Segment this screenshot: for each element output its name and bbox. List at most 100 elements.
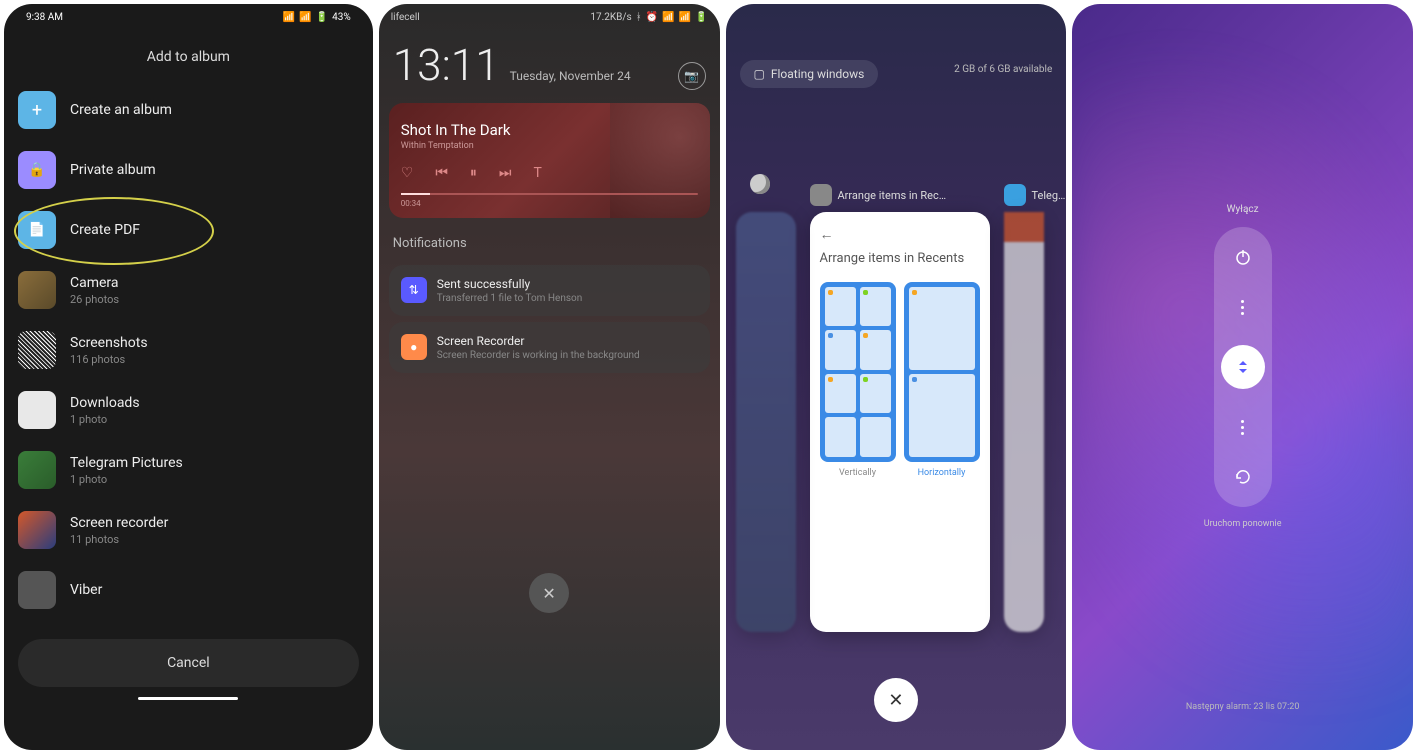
camera-shortcut-icon[interactable]: 📷 (678, 62, 706, 90)
layout-horizontal-option[interactable]: Horizontally (904, 282, 980, 618)
music-widget[interactable]: Shot In The Dark Within Temptation ♡ ⏮ ⏸… (389, 103, 710, 218)
carrier-label: lifecell (391, 12, 420, 23)
plus-icon: + (18, 91, 56, 129)
create-album-label: Create an album (70, 102, 172, 118)
slider-handle[interactable] (1221, 345, 1265, 389)
home-indicator[interactable] (138, 697, 238, 700)
signal-icon: 📶 (283, 12, 295, 23)
recent-app-settings[interactable]: Arrange items in Rec… ← Arrange items in… (810, 184, 990, 632)
floating-windows-button[interactable]: ▢ Floating windows (740, 60, 879, 88)
heart-icon[interactable]: ♡ (401, 165, 414, 181)
power-off-label: Wyłącz (1072, 204, 1413, 215)
album-count: 11 photos (70, 533, 168, 546)
vertical-label: Vertically (839, 468, 876, 478)
music-title: Shot In The Dark (401, 121, 698, 139)
recent-app-telegram[interactable]: Teleg… (1004, 184, 1066, 632)
private-album-button[interactable]: 🔒 Private album (18, 151, 359, 189)
notification-item[interactable]: ● Screen Recorder Screen Recorder is wor… (389, 322, 710, 373)
next-icon[interactable]: ⏭ (499, 165, 512, 181)
recent-app-blurred[interactable] (736, 184, 796, 632)
battery-percent: 43% (332, 12, 351, 23)
panel-recents: ▢ Floating windows 2 GB of 6 GB availabl… (726, 4, 1067, 750)
status-bar: lifecell 17.2KB/s ᚼ ⏰ 📶 📶 🔋 (379, 4, 720, 31)
album-name: Telegram Pictures (70, 455, 183, 471)
album-name: Camera (70, 275, 119, 291)
settings-icon (810, 184, 832, 206)
music-progress[interactable] (401, 193, 698, 195)
private-album-label: Private album (70, 162, 156, 178)
album-count: 116 photos (70, 353, 148, 366)
music-elapsed: 00:34 (401, 199, 698, 208)
cancel-button[interactable]: Cancel (18, 639, 359, 687)
notif-sub: Screen Recorder is working in the backgr… (437, 350, 698, 361)
wifi-icon: 📶 (679, 12, 691, 23)
music-controls: ♡ ⏮ ⏸ ⏭ T (401, 165, 698, 181)
status-right: 📶 📶 🔋 43% (283, 12, 351, 23)
notif-sub: Transferred 1 file to Tom Henson (437, 293, 688, 304)
album-name: Downloads (70, 395, 140, 411)
album-name: Screenshots (70, 335, 148, 351)
telegram-thumb (18, 451, 56, 489)
dots-icon (1241, 420, 1244, 435)
panel-power-menu: Wyłącz Uruchom ponownie Następny alarm: … (1072, 4, 1413, 750)
screenshots-thumb (18, 331, 56, 369)
memory-info: 2 GB of 6 GB available (954, 64, 1052, 75)
album-downloads[interactable]: Downloads 1 photo (18, 391, 359, 429)
horizontal-label: Horizontally (918, 468, 966, 478)
recorder-thumb (18, 511, 56, 549)
page-title: Add to album (18, 49, 359, 65)
lock-icon: 🔒 (18, 151, 56, 189)
floating-windows-label: Floating windows (771, 67, 865, 81)
create-pdf-button[interactable]: 📄 Create PDF (18, 211, 359, 249)
bluetooth-icon: ᚼ (636, 12, 642, 23)
downloads-thumb (18, 391, 56, 429)
prev-icon[interactable]: ⏮ (435, 165, 448, 181)
clear-button[interactable]: ✕ (529, 573, 569, 613)
status-bar: 9:38 AM 📶 📶 🔋 43% (18, 4, 359, 31)
lock-time: 13:11 (393, 39, 500, 91)
window-icon: ▢ (754, 67, 765, 81)
music-artist: Within Temptation (401, 141, 698, 151)
album-screen-recorder[interactable]: Screen recorder 11 photos (18, 511, 359, 549)
app-label: Teleg… (1032, 189, 1066, 202)
album-camera[interactable]: Camera 26 photos (18, 271, 359, 309)
layout-vertical-option[interactable]: Vertically (820, 282, 896, 618)
telegram-icon (1004, 184, 1026, 206)
power-icon[interactable] (1231, 245, 1255, 269)
pause-icon[interactable]: ⏸ (470, 165, 477, 181)
battery-icon: 🔋 (316, 12, 328, 23)
notification-item[interactable]: ⇅ Sent successfully Transferred 1 file t… (389, 265, 710, 316)
album-viber[interactable]: Viber (18, 571, 359, 609)
transfer-icon: ⇅ (401, 277, 427, 303)
lock-date: Tuesday, November 24 (510, 69, 631, 83)
viber-thumb (18, 571, 56, 609)
notif-title: Screen Recorder (437, 334, 698, 348)
close-icon: ✕ (542, 584, 555, 603)
album-count: 26 photos (70, 293, 119, 306)
power-slider[interactable] (1214, 227, 1272, 507)
camera-thumb (18, 271, 56, 309)
dots-icon (1241, 300, 1244, 315)
signal-icon: 📶 (662, 12, 674, 23)
album-count: 1 photo (70, 413, 140, 426)
card-title: Arrange items in Recents (820, 251, 980, 268)
notifications-header: Notifications (379, 218, 720, 259)
time-row: 13:11 Tuesday, November 24 📷 (379, 31, 720, 103)
clear-all-button[interactable]: ✕ (874, 678, 918, 722)
status-time: 9:38 AM (26, 12, 63, 23)
back-icon[interactable]: ← (820, 226, 980, 243)
lyrics-icon[interactable]: T (534, 165, 542, 181)
album-screenshots[interactable]: Screenshots 116 photos (18, 331, 359, 369)
restart-icon[interactable] (1231, 465, 1255, 489)
app-label: Arrange items in Rec… (838, 189, 947, 202)
pdf-icon: 📄 (18, 211, 56, 249)
create-album-button[interactable]: + Create an album (18, 91, 359, 129)
battery-icon: 🔋 (695, 12, 707, 23)
create-pdf-label: Create PDF (70, 222, 140, 238)
album-telegram[interactable]: Telegram Pictures 1 photo (18, 451, 359, 489)
recorder-icon: ● (401, 334, 427, 360)
notif-title: Sent successfully (437, 277, 688, 291)
next-alarm-label: Następny alarm: 23 lis 07:20 (1072, 702, 1413, 712)
restart-label: Uruchom ponownie (1072, 519, 1413, 529)
speed-label: 17.2KB/s (590, 12, 631, 23)
